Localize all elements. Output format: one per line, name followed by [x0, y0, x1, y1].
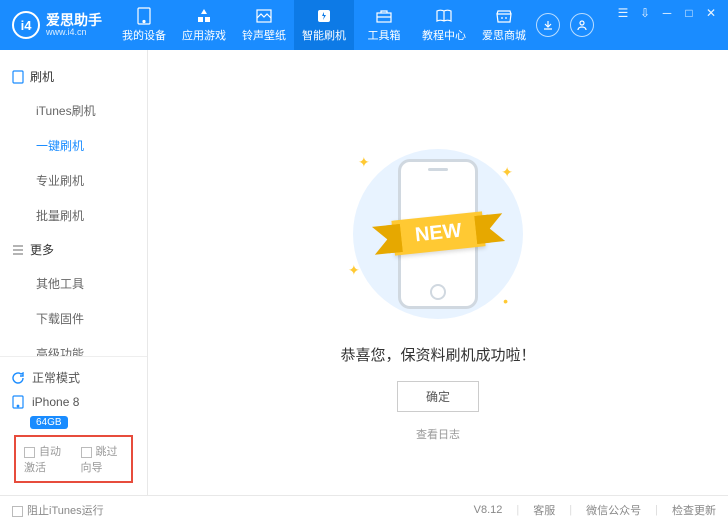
lock-icon[interactable]: ⇩ — [638, 6, 652, 20]
check-update-link[interactable]: 检查更新 — [672, 502, 716, 518]
phone-icon — [135, 7, 153, 25]
window-controls: ☰ ⇩ ─ □ ✕ — [606, 0, 728, 50]
main-nav: 我的设备 应用游戏 铃声壁纸 智能刷机 工具箱 教程中心 爱思商城 — [114, 0, 536, 50]
success-message: 恭喜您，保资料刷机成功啦！ — [340, 344, 535, 365]
apps-icon — [195, 7, 213, 25]
sidebar-group-flash: 刷机 — [0, 60, 147, 93]
sidebar-group-more: 更多 — [0, 233, 147, 266]
close-button[interactable]: ✕ — [704, 6, 718, 20]
logo-text: 爱思助手 — [46, 13, 102, 27]
nav-apps[interactable]: 应用游戏 — [174, 0, 234, 50]
phone-icon — [12, 70, 24, 84]
download-button[interactable] — [536, 13, 560, 37]
header-actions — [536, 13, 606, 37]
book-icon — [435, 7, 453, 25]
device-name[interactable]: iPhone 8 — [10, 390, 137, 414]
app-logo: i4 爱思助手 www.i4.cn — [0, 11, 114, 39]
sidebar-item-oneclick-flash[interactable]: 一键刷机 — [0, 128, 147, 163]
sidebar: 刷机 iTunes刷机 一键刷机 专业刷机 批量刷机 更多 其他工具 下载固件 … — [0, 50, 148, 495]
sidebar-item-download-firmware[interactable]: 下载固件 — [0, 301, 147, 336]
ok-button[interactable]: 确定 — [397, 381, 479, 412]
nav-store[interactable]: 爱思商城 — [474, 0, 534, 50]
wechat-link[interactable]: 微信公众号 — [586, 502, 641, 518]
logo-icon: i4 — [12, 11, 40, 39]
sidebar-device-panel: 正常模式 iPhone 8 64GB 自动激活 跳过向导 — [0, 356, 147, 495]
version-label: V8.12 — [474, 504, 503, 516]
view-log-link[interactable]: 查看日志 — [416, 426, 460, 442]
sidebar-item-pro-flash[interactable]: 专业刷机 — [0, 163, 147, 198]
status-bar: 阻止iTunes运行 V8.12 | 客服 | 微信公众号 | 检查更新 — [0, 495, 728, 524]
device-mode[interactable]: 正常模式 — [10, 365, 137, 390]
nav-flash[interactable]: 智能刷机 — [294, 0, 354, 50]
flash-icon — [315, 7, 333, 25]
maximize-button[interactable]: □ — [682, 6, 696, 20]
main-content: ✦ ✦ ✦ • NEW 恭喜您，保资料刷机成功啦！ 确定 查看日志 — [148, 50, 728, 495]
wallpaper-icon — [255, 7, 273, 25]
nav-ringtones[interactable]: 铃声壁纸 — [234, 0, 294, 50]
support-link[interactable]: 客服 — [533, 502, 555, 518]
sidebar-item-other-tools[interactable]: 其他工具 — [0, 266, 147, 301]
skip-guide-checkbox[interactable]: 跳过向导 — [81, 443, 124, 475]
auto-activate-checkbox[interactable]: 自动激活 — [24, 443, 67, 475]
refresh-icon — [10, 370, 26, 386]
nav-my-device[interactable]: 我的设备 — [114, 0, 174, 50]
toolbox-icon — [375, 7, 393, 25]
highlighted-options: 自动激活 跳过向导 — [14, 435, 133, 483]
storage-badge: 64GB — [30, 416, 68, 429]
menu-icon — [12, 244, 24, 256]
device-phone-icon — [10, 394, 26, 410]
title-bar: i4 爱思助手 www.i4.cn 我的设备 应用游戏 铃声壁纸 智能刷机 工具… — [0, 0, 728, 50]
sidebar-item-batch-flash[interactable]: 批量刷机 — [0, 198, 147, 233]
nav-toolbox[interactable]: 工具箱 — [354, 0, 414, 50]
minimize-button[interactable]: ─ — [660, 6, 674, 20]
user-button[interactable] — [570, 13, 594, 37]
block-itunes-checkbox[interactable]: 阻止iTunes运行 — [12, 502, 104, 518]
nav-tutorials[interactable]: 教程中心 — [414, 0, 474, 50]
sidebar-item-itunes-flash[interactable]: iTunes刷机 — [0, 93, 147, 128]
sidebar-item-advanced[interactable]: 高级功能 — [0, 336, 147, 356]
store-icon — [495, 7, 513, 25]
success-illustration: ✦ ✦ ✦ • NEW — [328, 144, 548, 324]
menu-icon[interactable]: ☰ — [616, 6, 630, 20]
logo-url: www.i4.cn — [46, 27, 102, 37]
